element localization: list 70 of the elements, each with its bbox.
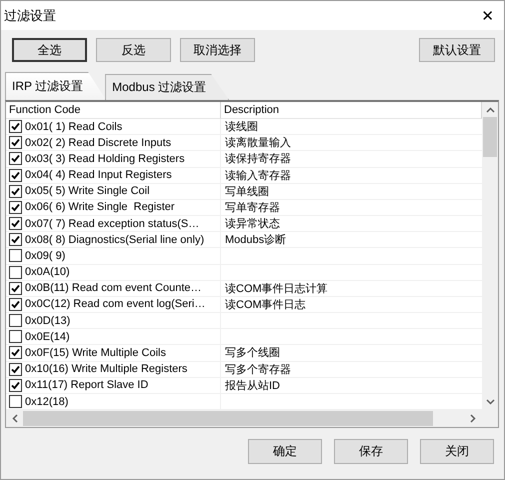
checkbox[interactable] <box>9 168 22 182</box>
checkbox[interactable] <box>9 330 22 344</box>
function-code-cell: 0x0A(10) <box>25 266 70 278</box>
checkbox[interactable] <box>9 346 22 360</box>
function-code-cell: 0x11(17) Report Slave ID <box>25 379 148 392</box>
scroll-thumb[interactable] <box>483 117 497 157</box>
description-cell-text: 读COM事件日志 <box>225 298 306 312</box>
description-cell-text: 写单寄存器 <box>225 200 280 215</box>
toolbar-button[interactable]: 取消选择 <box>180 38 255 62</box>
checkbox[interactable] <box>9 136 22 150</box>
description-cell-text: 读线圈 <box>225 120 258 134</box>
checkbox[interactable] <box>9 184 22 198</box>
checkbox[interactable] <box>9 249 22 262</box>
toolbar-button[interactable]: 全选 <box>12 38 87 62</box>
function-code-cell: 0x0B(11) Read com event Counte… <box>25 282 202 294</box>
scroll-up-icon[interactable] <box>486 107 494 113</box>
description-cell-text: 写多个线圈 <box>225 346 280 360</box>
description-cell-text: 读异常状态 <box>225 216 280 232</box>
scroll-left-icon[interactable] <box>12 414 18 423</box>
checkbox[interactable] <box>9 266 22 279</box>
checkbox[interactable] <box>9 282 22 295</box>
checkbox[interactable] <box>9 378 22 392</box>
close-button[interactable]: ✕ <box>475 6 500 24</box>
function-code-cell: 0x01( 1) Read Coils <box>25 120 122 133</box>
checkbox[interactable] <box>9 233 22 246</box>
function-code-cell: 0x04( 4) Read Input Registers <box>25 169 172 182</box>
function-code-cell: 0x07( 7) Read exception status(S… <box>25 218 200 230</box>
scroll-thumb[interactable] <box>23 411 433 426</box>
checkbox[interactable] <box>9 120 22 134</box>
dialog-button[interactable]: 保存 <box>334 439 408 464</box>
function-code-cell: 0x08( 8) Diagnostics(Serial line only) <box>25 234 204 246</box>
function-code-cell: 0x0D(13) <box>25 314 70 327</box>
description-cell-text: 读离散量输入 <box>225 136 291 150</box>
scroll-right-icon[interactable] <box>470 414 476 423</box>
description-cell-text: 读COM事件日志计算 <box>225 282 328 296</box>
horizontal-scrollbar[interactable] <box>6 410 498 427</box>
function-code-cell: 0x12(18) <box>25 396 68 408</box>
checkbox[interactable] <box>9 200 22 214</box>
checkbox[interactable] <box>9 298 22 311</box>
toolbar-button[interactable]: 反选 <box>96 38 171 62</box>
description-cell-text: 写多个寄存器 <box>225 362 291 377</box>
toolbar-button[interactable]: 默认设置 <box>419 38 495 62</box>
function-code-cell: 0x0C(12) Read com event log(Seri… <box>25 298 206 310</box>
function-code-cell: 0x02( 2) Read Discrete Inputs <box>25 136 172 149</box>
dialog-button[interactable]: 确定 <box>248 439 322 464</box>
checkbox[interactable] <box>9 395 22 408</box>
function-code-cell: 0x10(16) Write Multiple Registers <box>25 363 188 376</box>
description-cell-text: 报告从站ID <box>225 378 280 393</box>
function-code-cell: 0x05( 5) Write Single Coil <box>25 185 150 198</box>
function-code-cell: 0x09( 9) <box>25 250 66 262</box>
function-code-cell: 0x03( 3) Read Holding Registers <box>25 152 185 165</box>
scroll-down-icon[interactable] <box>486 399 494 405</box>
checkbox[interactable] <box>9 362 22 376</box>
description-cell-text: Modubs诊断 <box>225 233 286 248</box>
tab[interactable]: Modbus 过滤设置 <box>105 74 230 100</box>
function-code-cell: 0x0E(14) <box>25 330 70 343</box>
checkbox[interactable] <box>9 152 22 166</box>
dialog-button[interactable]: 关闭 <box>420 439 494 464</box>
column-header[interactable]: Description <box>221 102 482 119</box>
tab[interactable]: IRP 过滤设置 <box>5 72 106 100</box>
description-cell-text: 读输入寄存器 <box>225 168 291 183</box>
column-header[interactable]: Function Code <box>6 102 221 119</box>
vertical-scrollbar[interactable] <box>482 102 498 410</box>
checkbox[interactable] <box>9 217 22 230</box>
function-code-cell: 0x0F(15) Write Multiple Coils <box>25 346 166 359</box>
function-code-cell: 0x06( 6) Write Single Register <box>25 201 175 214</box>
description-cell-text: 读保持寄存器 <box>225 152 291 166</box>
checkbox[interactable] <box>9 314 22 328</box>
description-cell-text: 写单线圈 <box>225 184 269 199</box>
window-title: 过滤设置 <box>4 6 56 24</box>
